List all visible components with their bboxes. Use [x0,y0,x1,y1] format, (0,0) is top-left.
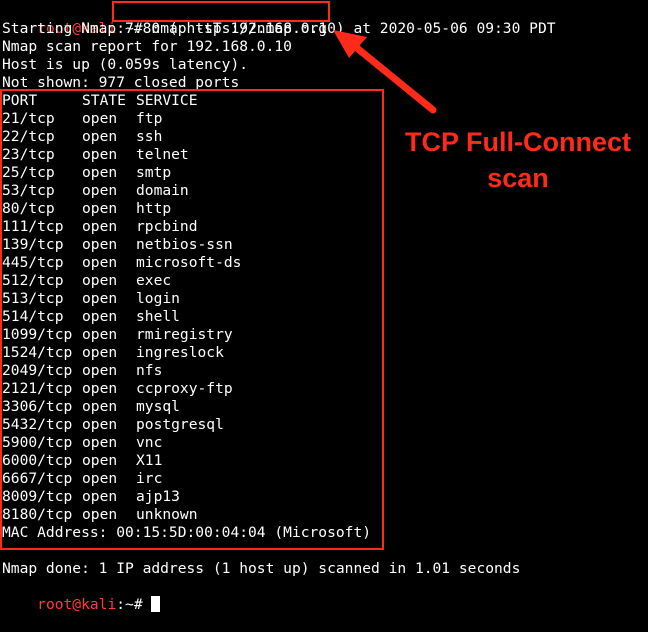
prompt-separator: : [116,596,126,613]
prompt-path: ~ [125,596,134,613]
prompt-user-host: root@kali [37,596,117,613]
output-host-up: Host is up (0.059s latency). [2,56,249,73]
annotation-line-1: TCP Full-Connect [405,127,631,157]
terminal-window[interactable]: root@kali:~# nmap -sT 192.168.0.10 Start… [0,0,648,613]
output-starting: Starting Nmap 7.80 ( https://nmap.org ) … [2,20,556,37]
output-done: Nmap done: 1 IP address (1 host up) scan… [2,560,521,577]
output-scan-report: Nmap scan report for 192.168.0.10 [2,38,292,55]
annotation-label: TCP Full-Connect scan [390,124,646,196]
ports-highlight-box [0,89,384,550]
annotation-line-2: scan [487,163,549,193]
prompt-symbol: # [133,596,143,613]
cursor-block [151,596,161,612]
command-highlight-box [112,1,330,22]
prompt-line[interactable]: root@kali:~# [2,578,161,613]
